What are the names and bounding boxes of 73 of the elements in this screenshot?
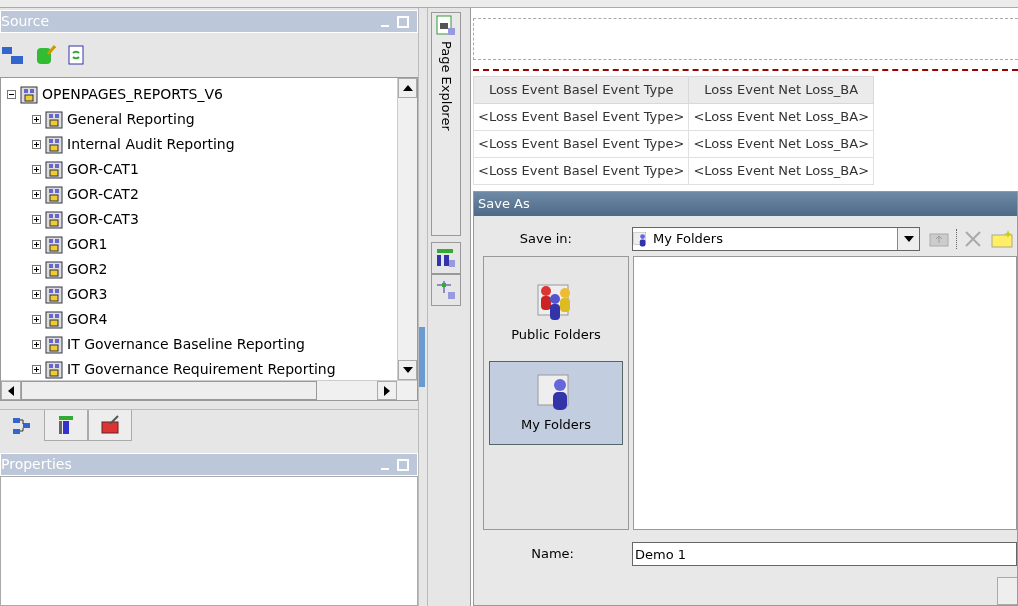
tree-item[interactable]: GOR-CAT2 xyxy=(67,184,139,205)
expand-icon[interactable] xyxy=(32,140,41,149)
column-icon xyxy=(56,415,76,435)
package-icon xyxy=(45,310,63,329)
tree-item[interactable]: GOR-CAT3 xyxy=(67,209,139,230)
expand-icon[interactable] xyxy=(32,190,41,199)
package-icon xyxy=(45,235,63,254)
package-icon xyxy=(45,185,63,204)
table-cell: <Loss Event Basel Event Type> xyxy=(473,157,689,185)
expand-icon[interactable] xyxy=(32,115,41,124)
panel-tab[interactable] xyxy=(88,410,132,441)
table-cell: <Loss Event Net Loss_BA> xyxy=(688,130,874,158)
expand-icon[interactable] xyxy=(32,240,41,249)
expand-icon[interactable] xyxy=(32,290,41,299)
place-item[interactable]: My Folders xyxy=(489,361,623,445)
tree-item[interactable]: GOR4 xyxy=(67,309,108,330)
tree-item[interactable]: IT Governance Requirement Reporting xyxy=(67,359,336,380)
expand-icon[interactable] xyxy=(32,365,41,374)
package-icon xyxy=(45,210,63,229)
save-in-label: Save in: xyxy=(518,230,573,249)
tree-item[interactable]: Internal Audit Reporting xyxy=(67,134,235,155)
table-cell: <Loss Event Basel Event Type> xyxy=(473,130,689,158)
tree-item[interactable]: OPENPAGES_REPORTS_V6 xyxy=(42,84,223,105)
tree-item[interactable]: GOR3 xyxy=(67,284,108,305)
expand-icon[interactable] xyxy=(32,265,41,274)
scroll-right-icon[interactable] xyxy=(384,385,390,396)
panel-title: Source xyxy=(1,12,50,31)
expand-icon[interactable] xyxy=(32,165,41,174)
tree-item[interactable]: GOR1 xyxy=(67,234,108,255)
horizontal-scrollbar[interactable] xyxy=(1,380,417,400)
expand-icon[interactable] xyxy=(32,340,41,349)
package-icon xyxy=(45,135,63,154)
expand-icon[interactable] xyxy=(32,315,41,324)
page-explorer-tab[interactable]: Page Explorer xyxy=(431,12,461,236)
flow-icon xyxy=(436,280,456,300)
package-icon xyxy=(45,160,63,179)
package-icon xyxy=(45,285,63,304)
expand-icon[interactable] xyxy=(32,215,41,224)
tree-item[interactable]: GOR2 xyxy=(67,259,108,280)
scroll-up-icon[interactable] xyxy=(402,85,413,91)
column-header: Loss Event Net Loss_BA xyxy=(688,76,874,104)
toolbox-icon xyxy=(100,415,120,435)
panel-title: Properties xyxy=(1,455,72,474)
query-icon xyxy=(436,248,456,268)
scroll-down-icon[interactable] xyxy=(402,367,413,373)
table-cell: <Loss Event Net Loss_BA> xyxy=(688,157,874,185)
diagram-icon xyxy=(12,415,32,436)
table-cell: <Loss Event Basel Event Type> xyxy=(473,103,689,131)
tree-item[interactable]: IT Governance Baseline Reporting xyxy=(67,334,305,355)
dialog-title: Save As xyxy=(478,195,530,214)
package-icon xyxy=(45,110,63,129)
page-icon xyxy=(436,15,456,37)
person-folder-icon xyxy=(633,231,649,247)
refresh-document-icon[interactable] xyxy=(68,45,84,65)
tree-item[interactable]: GOR-CAT1 xyxy=(67,159,139,180)
package-icon xyxy=(45,335,63,354)
table-cell: <Loss Event Net Loss_BA> xyxy=(688,103,874,131)
package-icon xyxy=(20,85,38,104)
name-label: Name: xyxy=(530,545,575,564)
tree-item[interactable]: General Reporting xyxy=(67,109,195,130)
panel-tab[interactable] xyxy=(44,410,88,441)
tab-button[interactable] xyxy=(431,242,461,274)
vertical-scrollbar[interactable] xyxy=(397,78,417,380)
place-item[interactable]: Public Folders xyxy=(489,271,623,355)
column-header: Loss Event Basel Event Type xyxy=(473,76,689,104)
folders-icon[interactable] xyxy=(2,45,24,65)
package-icon xyxy=(45,260,63,279)
scroll-left-icon[interactable] xyxy=(8,385,14,396)
package-icon xyxy=(45,360,63,379)
name-field[interactable]: Demo 1 xyxy=(632,542,1017,566)
dropdown-arrow-icon xyxy=(903,236,914,242)
collapse-icon[interactable] xyxy=(7,90,16,99)
save-in-dropdown[interactable]: My Folders xyxy=(632,227,920,251)
